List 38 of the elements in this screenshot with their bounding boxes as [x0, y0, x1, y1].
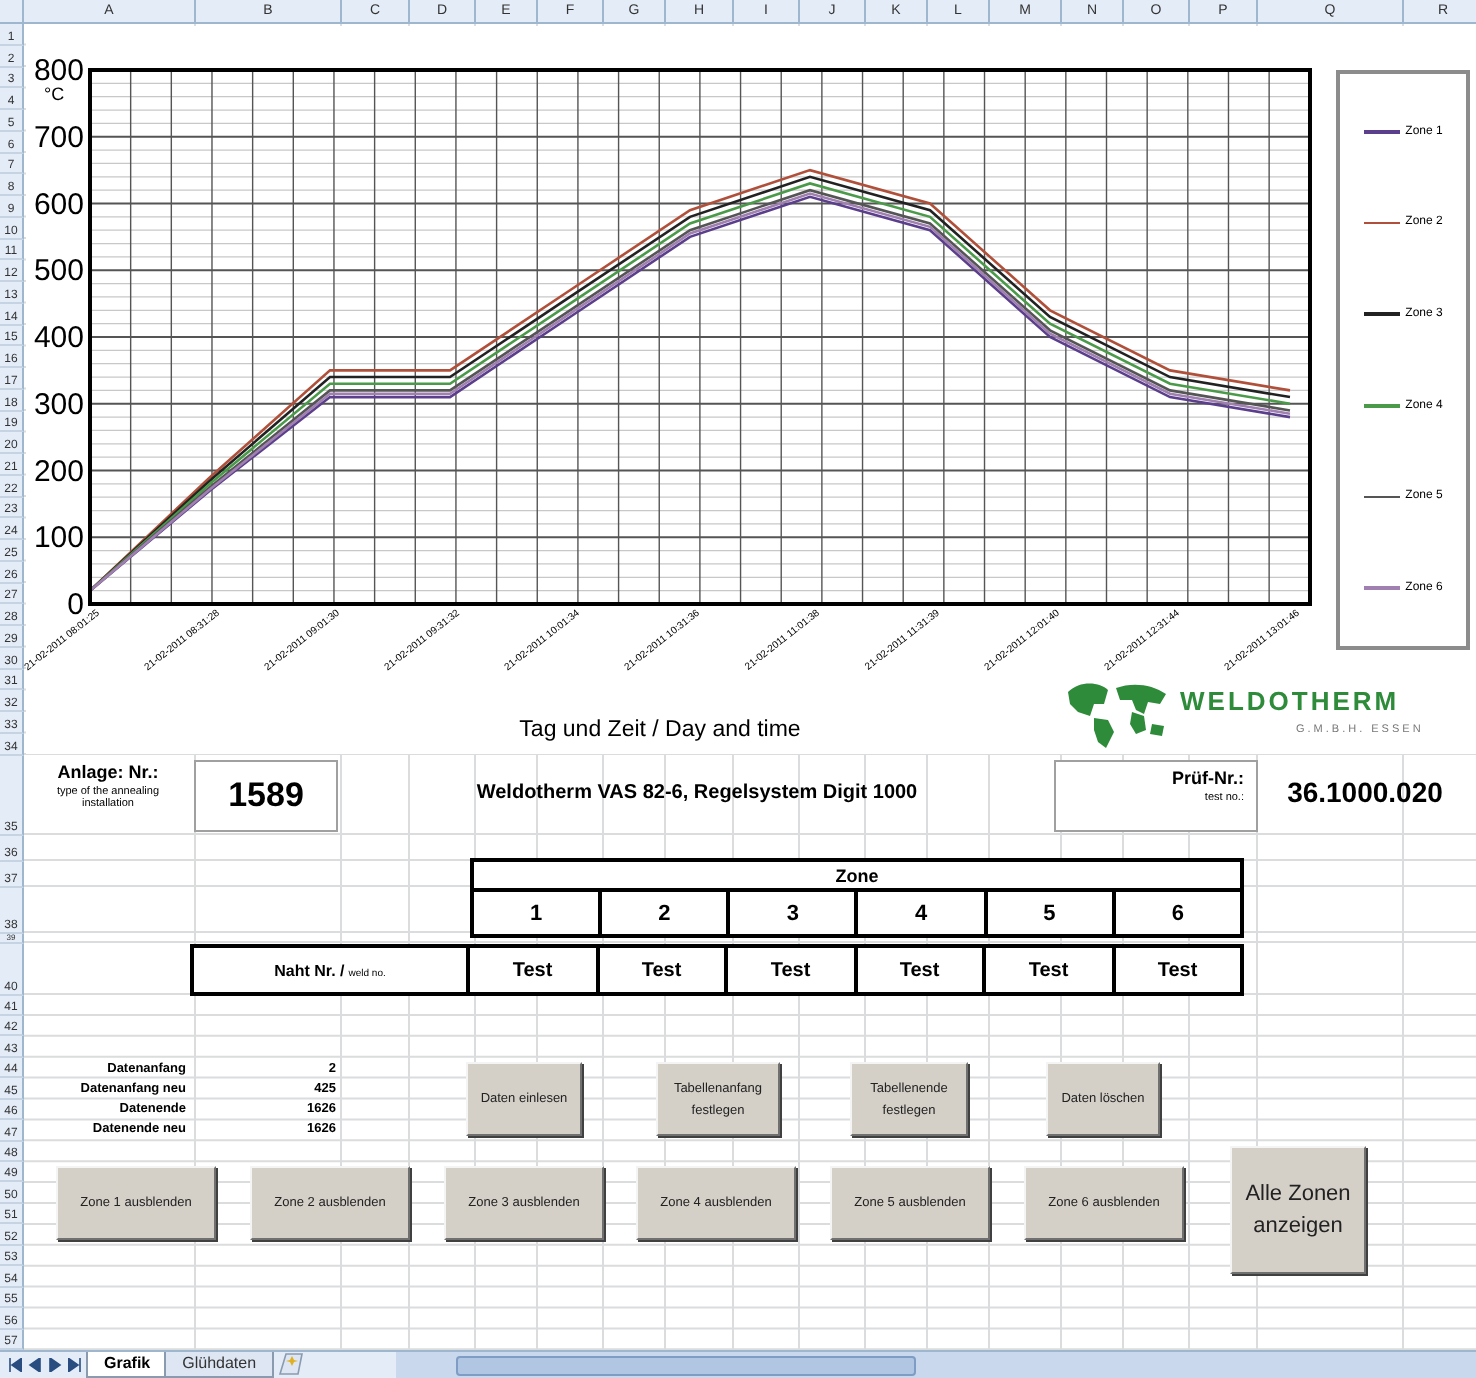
zone-number: 2 [600, 890, 729, 936]
zone-number: 5 [985, 890, 1114, 936]
zone-number: 6 [1113, 890, 1242, 936]
installation-description: Weldotherm VAS 82-6, Regelsystem Digit 1000 [474, 782, 920, 804]
y-tick-label: 100 [33, 521, 84, 556]
y-tick-label: 500 [33, 254, 84, 289]
next-sheet-icon[interactable] [48, 1358, 62, 1372]
x-axis-title: Tag und Zeit / Day and time [519, 718, 801, 742]
weld-cell: Test [855, 946, 984, 994]
y-tick-label: 600 [33, 187, 84, 222]
y-tick-label: 300 [33, 387, 84, 422]
y-axis-label: °C [44, 84, 65, 104]
weld-cell: Test [726, 946, 855, 994]
zone-number: 3 [728, 890, 857, 936]
test-label: Prüf-Nr.: [1172, 768, 1244, 788]
weld-cell: Test [984, 946, 1113, 994]
installation-label: Anlage: Nr.: [55, 762, 161, 782]
show-all-zones-button[interactable]: Alle Zonen anzeigen [1230, 1146, 1366, 1274]
installation-number: 1589 [194, 760, 338, 832]
weld-cell: Test [468, 946, 597, 994]
sheet-tab[interactable]: Grafik [86, 1352, 169, 1378]
y-tick-label: 700 [33, 120, 84, 155]
horizontal-scrollbar[interactable] [396, 1352, 1476, 1378]
y-tick-label: 200 [33, 454, 84, 489]
zone-header: Zone [472, 860, 1242, 890]
sheet-tab[interactable]: Glühdaten [164, 1352, 275, 1378]
zone-number: 1 [472, 890, 601, 936]
weld-cell: Test [1113, 946, 1242, 994]
weld-cell: Test [597, 946, 726, 994]
test-number: 36.1000.020 [1285, 776, 1445, 808]
last-sheet-icon[interactable] [68, 1358, 82, 1372]
previous-sheet-icon[interactable] [28, 1358, 42, 1372]
y-tick-label: 400 [33, 321, 84, 355]
first-sheet-icon[interactable] [8, 1358, 22, 1372]
zone-number: 4 [856, 890, 986, 936]
y-tick-label: 800 [33, 54, 84, 88]
seam-label: Naht Nr. / [274, 961, 345, 979]
logo-wordmark: WELDOTHERM [1180, 686, 1400, 716]
